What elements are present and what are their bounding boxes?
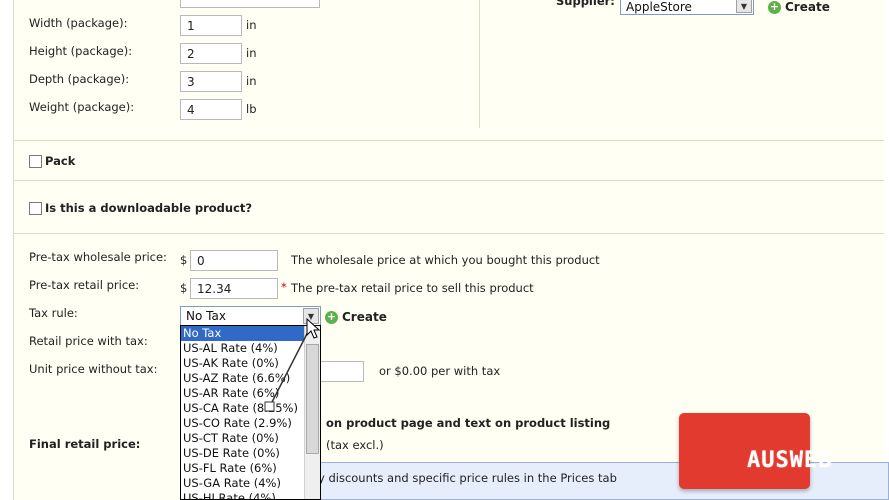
wholesale-currency: $: [180, 253, 188, 267]
final-retail-label: Final retail price:: [29, 437, 141, 451]
retail-with-tax-label: Retail price with tax:: [29, 334, 148, 348]
mouse-cursor-icon: [306, 318, 321, 339]
width-input[interactable]: 1: [180, 15, 242, 36]
divider-3: [13, 233, 884, 234]
wholesale-price-input[interactable]: 0: [190, 250, 278, 271]
partial-input[interactable]: [180, 0, 320, 8]
create-tax-rule-link[interactable]: Create: [342, 310, 387, 324]
dropdown-option[interactable]: US-CT Rate (0%): [181, 431, 320, 446]
dropdown-option[interactable]: US-HI Rate (4%): [181, 491, 320, 499]
supplier-select[interactable]: AppleStore ▼: [620, 0, 754, 15]
supplier-value: AppleStore: [626, 0, 692, 14]
column-divider: [479, 0, 480, 128]
divider-2: [13, 180, 884, 181]
retail-label: Pre-tax retail price:: [29, 278, 140, 292]
unit-price-input[interactable]: [318, 361, 364, 382]
weight-unit: lb: [246, 102, 257, 116]
height-input[interactable]: 2: [180, 43, 242, 64]
height-unit: in: [246, 46, 257, 60]
downloadable-label: Is this a downloadable product?: [45, 201, 253, 215]
dropdown-option[interactable]: US-FL Rate (6%): [181, 461, 320, 476]
retail-currency: $: [180, 281, 188, 295]
required-marker: *: [281, 280, 287, 294]
chevron-down-icon[interactable]: ▼: [736, 0, 752, 13]
dropdown-option[interactable]: US-GA Rate (4%): [181, 476, 320, 491]
height-label: Height (package):: [29, 44, 133, 58]
panel-border-left: [13, 0, 14, 500]
tax-rule-label: Tax rule:: [29, 306, 78, 320]
divider-1: [13, 140, 884, 141]
add-tax-rule-icon[interactable]: +: [325, 311, 338, 324]
left-margin: [0, 0, 13, 500]
weight-label: Weight (package):: [29, 100, 135, 114]
depth-input[interactable]: 3: [180, 71, 242, 92]
supplier-label: Supplier:: [556, 0, 615, 8]
ausweb-logo-text: AUSWEB: [747, 448, 833, 473]
retail-price-input[interactable]: 12.34: [190, 278, 278, 299]
depth-label: Depth (package):: [29, 72, 130, 86]
wholesale-hint: The wholesale price at which you bought …: [291, 253, 600, 267]
retail-hint: The pre-tax retail price to sell this pr…: [291, 281, 534, 295]
depth-unit: in: [246, 74, 257, 88]
downloadable-checkbox[interactable]: [29, 202, 42, 215]
pack-checkbox[interactable]: [29, 155, 42, 168]
info-text: y discounts and specific price rules in …: [318, 471, 617, 485]
unit-price-hint: or $0.00 per with tax: [379, 364, 501, 378]
width-unit: in: [246, 18, 257, 32]
pack-label: Pack: [45, 154, 76, 168]
dropdown-option[interactable]: US-DE Rate (0%): [181, 446, 320, 461]
weight-input[interactable]: 4: [180, 99, 242, 120]
create-supplier-link[interactable]: Create: [785, 0, 830, 14]
right-margin: [884, 0, 889, 500]
final-retail-hint: (tax excl.): [326, 438, 384, 452]
width-label: Width (package):: [29, 16, 128, 30]
wholesale-label: Pre-tax wholesale price:: [29, 250, 167, 264]
dropdown-option[interactable]: US-CO Rate (2.9%): [181, 416, 320, 431]
add-supplier-icon[interactable]: +: [768, 1, 781, 14]
unit-price-label: Unit price without tax:: [29, 362, 158, 376]
tax-rule-value: No Tax: [186, 309, 226, 323]
on-sale-hint: on product page and text on product list…: [326, 416, 611, 430]
